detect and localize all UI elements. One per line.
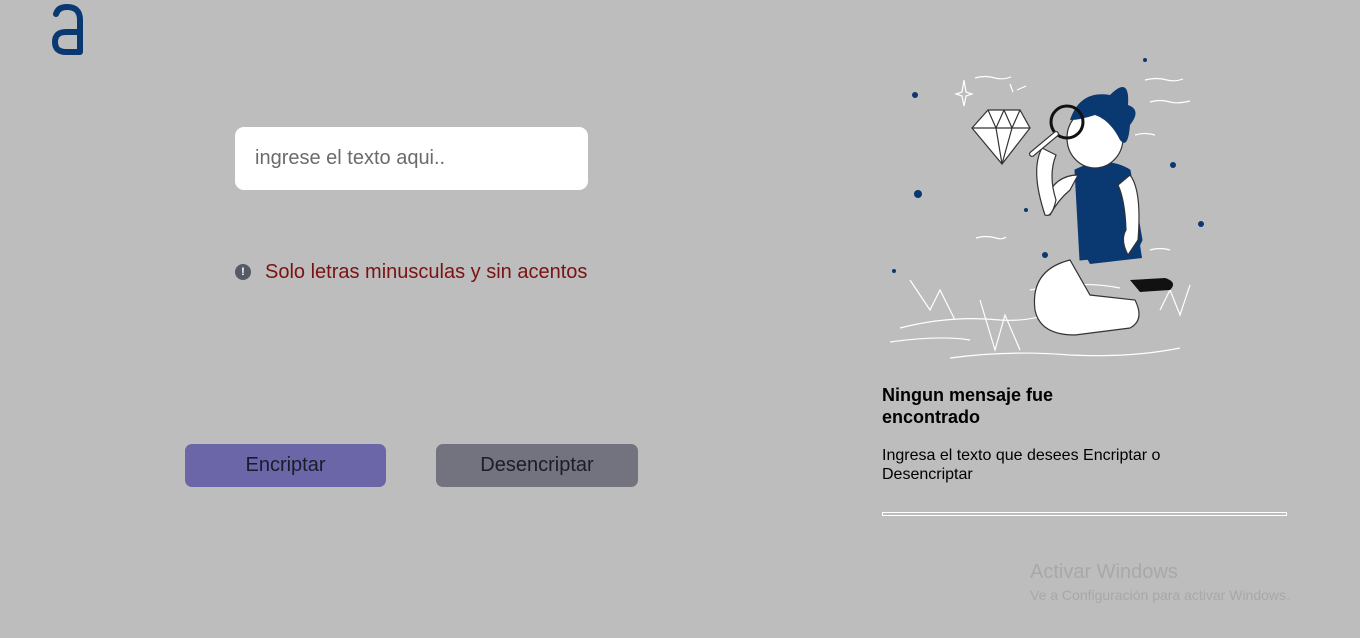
encrypt-button[interactable]: Encriptar (185, 444, 386, 487)
text-input[interactable] (235, 127, 588, 190)
activation-watermark-subtitle: Ve a Configuración para activar Windows. (1030, 587, 1290, 603)
warning-text: Solo letras minusculas y sin acentos (265, 260, 588, 283)
warning-message: ! Solo letras minusculas y sin acentos (235, 260, 587, 284)
alura-logo (51, 4, 83, 55)
decrypt-button[interactable]: Desencriptar (436, 444, 638, 487)
activation-watermark-title: Activar Windows (1030, 561, 1178, 583)
exclamation-circle-icon: ! (235, 264, 251, 280)
search-illustration (889, 58, 1204, 359)
result-divider (882, 512, 1287, 516)
empty-message-title: Ningun mensaje fue encontrado (882, 385, 1054, 427)
empty-message-subtitle: Ingresa el texto que desees Encriptar o … (882, 447, 1161, 483)
